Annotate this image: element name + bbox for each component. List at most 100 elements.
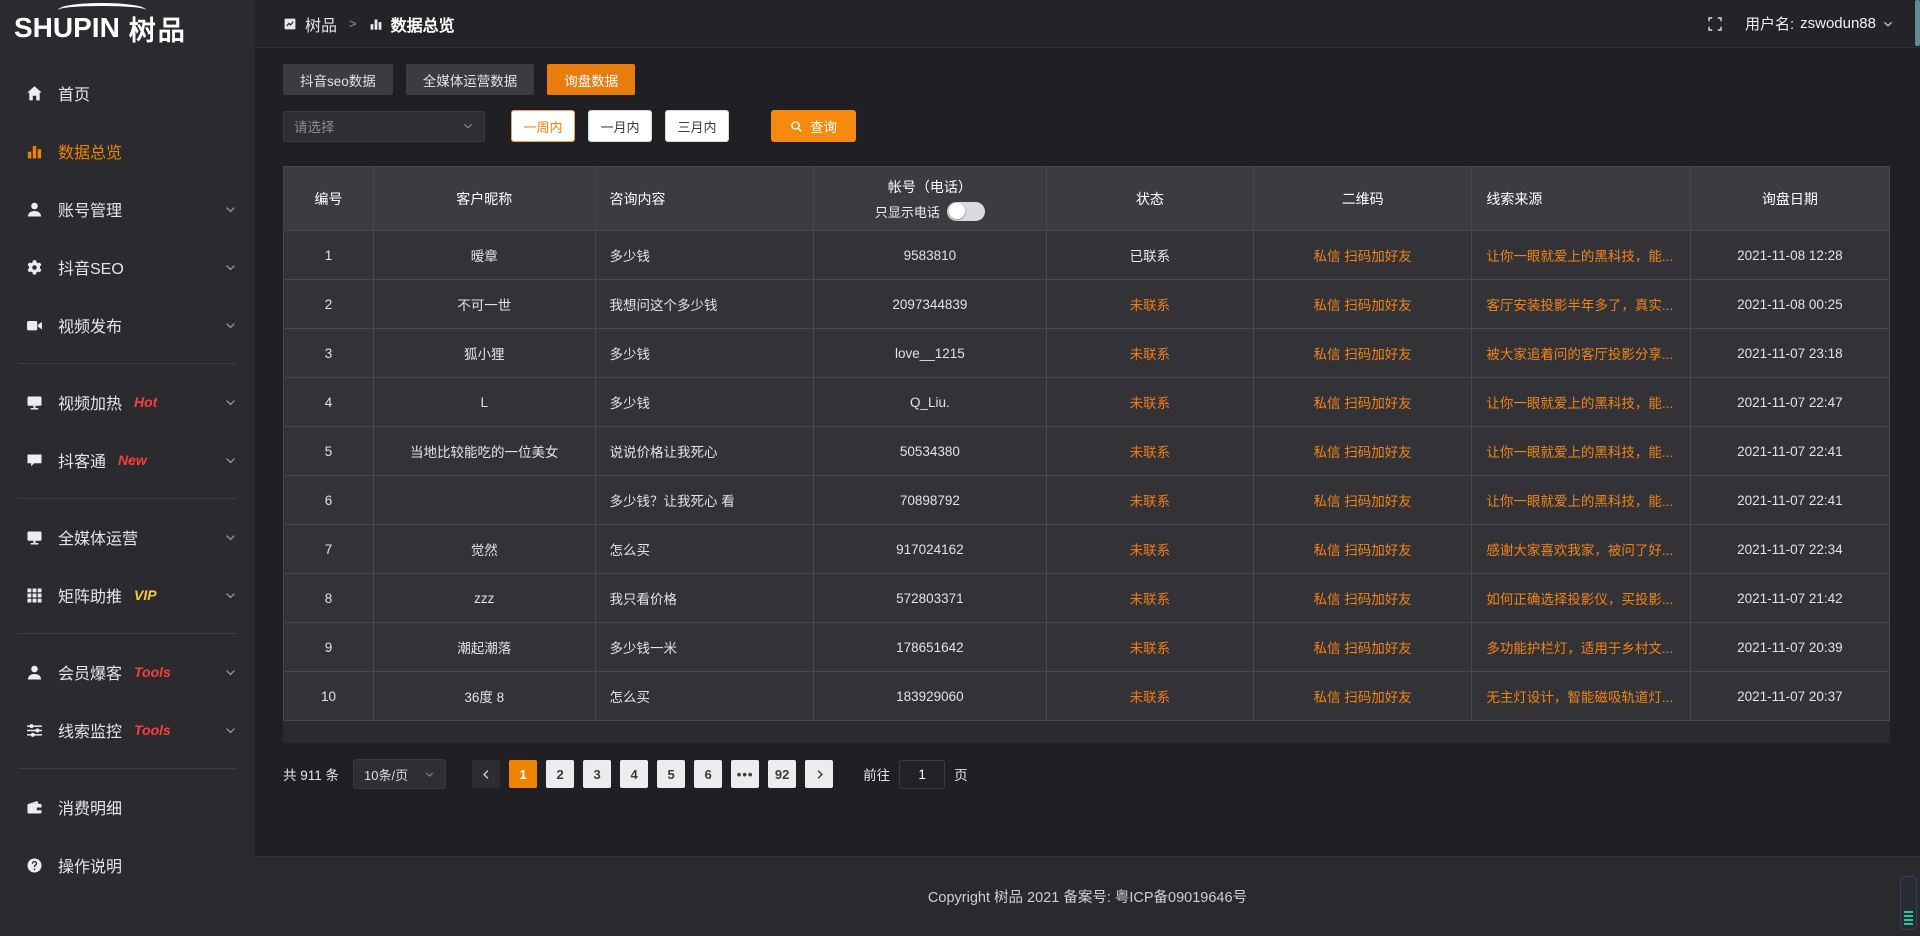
query-button-label: 查询 — [810, 116, 837, 136]
page-button-6[interactable]: 6 — [694, 760, 722, 788]
sidebar-badge: VIP — [134, 587, 157, 603]
source-link[interactable]: 被大家追着问的客厅投影分享... — [1486, 347, 1673, 362]
goto-page-input[interactable] — [899, 760, 945, 789]
inquiry-table: 编号客户昵称咨询内容帐号（电话）只显示电话状态二维码线索来源询盘日期 1暧章多少… — [283, 166, 1890, 721]
cell-date: 2021-11-07 23:18 — [1690, 329, 1889, 378]
cell-date: 2021-11-08 12:28 — [1690, 231, 1889, 280]
source-link[interactable]: 让你一眼就爱上的黑科技，能... — [1486, 494, 1673, 509]
qrcode-link[interactable]: 私信 扫码加好友 — [1314, 298, 1412, 313]
sidebar-badge: Tools — [134, 664, 171, 680]
period-button-group: 一周内一月内三月内 — [511, 110, 729, 142]
breadcrumb-item-site[interactable]: 树品 — [305, 12, 337, 36]
qrcode-link[interactable]: 私信 扫码加好友 — [1314, 592, 1412, 607]
source-link[interactable]: 如何正确选择投影仪，买投影... — [1486, 592, 1673, 607]
page-button-5[interactable]: 5 — [657, 760, 685, 788]
cell-content: 多少钱？让我死心 看 — [595, 476, 813, 525]
qrcode-link[interactable]: 私信 扫码加好友 — [1314, 641, 1412, 656]
sidebar-item-16[interactable]: 操作说明 — [0, 836, 255, 894]
sidebar-item-0[interactable]: 首页 — [0, 64, 255, 122]
grid-icon — [26, 587, 43, 604]
sidebar-item-15[interactable]: 消费明细 — [0, 778, 255, 836]
wallet-icon — [26, 799, 43, 816]
period-button-1[interactable]: 一月内 — [588, 110, 652, 142]
qrcode-link[interactable]: 私信 扫码加好友 — [1314, 347, 1412, 362]
page-more-button[interactable]: ••• — [731, 760, 759, 788]
qrcode-link[interactable]: 私信 扫码加好友 — [1314, 445, 1412, 460]
status-badge: 未联系 — [1130, 494, 1171, 509]
sidebar-item-4[interactable]: 视频发布 — [0, 296, 255, 354]
query-button[interactable]: 查询 — [771, 110, 856, 142]
source-link[interactable]: 感谢大家喜欢我家，被问了好... — [1486, 543, 1673, 558]
cell-source: 让你一眼就爱上的黑科技，能... — [1472, 427, 1690, 476]
sidebar-divider — [18, 363, 237, 364]
qrcode-link[interactable]: 私信 扫码加好友 — [1314, 249, 1412, 264]
cell-nickname: 当地比较能吃的一位美女 — [373, 427, 595, 476]
source-link[interactable]: 让你一眼就爱上的黑科技，能... — [1486, 445, 1673, 460]
qrcode-link[interactable]: 私信 扫码加好友 — [1314, 543, 1412, 558]
source-link[interactable]: 无主灯设计，智能磁吸轨道灯... — [1486, 690, 1673, 705]
tab-0[interactable]: 抖音seo数据 — [283, 64, 393, 95]
page-button-92[interactable]: 92 — [768, 760, 796, 788]
chart-icon — [26, 143, 43, 160]
goto-unit: 页 — [954, 764, 968, 784]
column-header-label: 帐号（电话） — [888, 177, 972, 197]
prev-page-button[interactable] — [472, 760, 500, 788]
table-header: 编号客户昵称咨询内容帐号（电话）只显示电话状态二维码线索来源询盘日期 — [284, 167, 1890, 231]
cell-account: 572803371 — [813, 574, 1046, 623]
sidebar-item-6[interactable]: 视频加热Hot — [0, 373, 255, 431]
scrollbar-thumb[interactable] — [1915, 0, 1920, 46]
cell-qrcode: 私信 扫码加好友 — [1253, 574, 1471, 623]
tab-1[interactable]: 全媒体运营数据 — [406, 64, 535, 95]
sidebar-item-12[interactable]: 会员爆客Tools — [0, 643, 255, 701]
table-row: 6多少钱？让我死心 看70898792未联系私信 扫码加好友让你一眼就爱上的黑科… — [284, 476, 1890, 525]
cell-source: 无主灯设计，智能磁吸轨道灯... — [1472, 672, 1690, 721]
column-header-date: 询盘日期 — [1690, 167, 1889, 231]
cell-status: 未联系 — [1046, 476, 1253, 525]
source-link[interactable]: 让你一眼就爱上的黑科技，能... — [1486, 249, 1673, 264]
sidebar-item-label: 数据总览 — [58, 139, 122, 163]
sidebar-divider — [18, 633, 237, 634]
page-button-1[interactable]: 1 — [509, 760, 537, 788]
pagination: 共 911 条 10条/页 123456•••92 前往 页 — [283, 759, 1890, 789]
source-link[interactable]: 让你一眼就爱上的黑科技，能... — [1486, 396, 1673, 411]
tab-2[interactable]: 询盘数据 — [547, 64, 635, 95]
qrcode-link[interactable]: 私信 扫码加好友 — [1314, 494, 1412, 509]
cell-nickname: zzz — [373, 574, 595, 623]
user-menu[interactable]: 用户名: zswodun88 — [1745, 13, 1894, 34]
qrcode-link[interactable]: 私信 扫码加好友 — [1314, 690, 1412, 705]
column-header-account: 帐号（电话）只显示电话 — [813, 167, 1046, 231]
cell-no: 4 — [284, 378, 374, 427]
source-link[interactable]: 多功能护栏灯，适用于乡村文... — [1486, 641, 1673, 656]
page-button-3[interactable]: 3 — [583, 760, 611, 788]
cell-nickname — [373, 476, 595, 525]
next-page-button[interactable] — [805, 760, 833, 788]
sidebar: SHUPIN 树品 首页数据总览账号管理抖音SEO视频发布视频加热Hot抖客通N… — [0, 0, 255, 936]
sidebar-item-13[interactable]: 线索监控Tools — [0, 701, 255, 759]
period-button-0[interactable]: 一周内 — [511, 110, 575, 142]
sidebar-item-9[interactable]: 全媒体运营 — [0, 508, 255, 566]
fullscreen-icon[interactable] — [1707, 16, 1723, 32]
sidebar-item-7[interactable]: 抖客通New — [0, 431, 255, 489]
floating-widget[interactable] — [1900, 876, 1917, 930]
period-button-2[interactable]: 三月内 — [665, 110, 729, 142]
chevron-down-icon — [224, 319, 237, 332]
cell-nickname: 暧章 — [373, 231, 595, 280]
search-icon — [790, 120, 803, 133]
chevron-down-icon — [224, 666, 237, 679]
cell-account: love__1215 — [813, 329, 1046, 378]
filter-select[interactable]: 请选择 — [283, 111, 485, 142]
source-link[interactable]: 客厅安装投影半年多了，真实... — [1486, 298, 1673, 313]
sidebar-item-1[interactable]: 数据总览 — [0, 122, 255, 180]
sidebar-item-10[interactable]: 矩阵助推VIP — [0, 566, 255, 624]
page-size-select[interactable]: 10条/页 — [353, 759, 446, 789]
cell-qrcode: 私信 扫码加好友 — [1253, 329, 1471, 378]
sidebar-item-2[interactable]: 账号管理 — [0, 180, 255, 238]
qrcode-link[interactable]: 私信 扫码加好友 — [1314, 396, 1412, 411]
sidebar-item-3[interactable]: 抖音SEO — [0, 238, 255, 296]
cell-content: 怎么买 — [595, 672, 813, 721]
table-row: 7觉然怎么买917024162未联系私信 扫码加好友感谢大家喜欢我家，被问了好.… — [284, 525, 1890, 574]
logo[interactable]: SHUPIN 树品 — [0, 0, 255, 56]
page-button-2[interactable]: 2 — [546, 760, 574, 788]
phone-only-toggle[interactable] — [947, 202, 985, 221]
page-button-4[interactable]: 4 — [620, 760, 648, 788]
